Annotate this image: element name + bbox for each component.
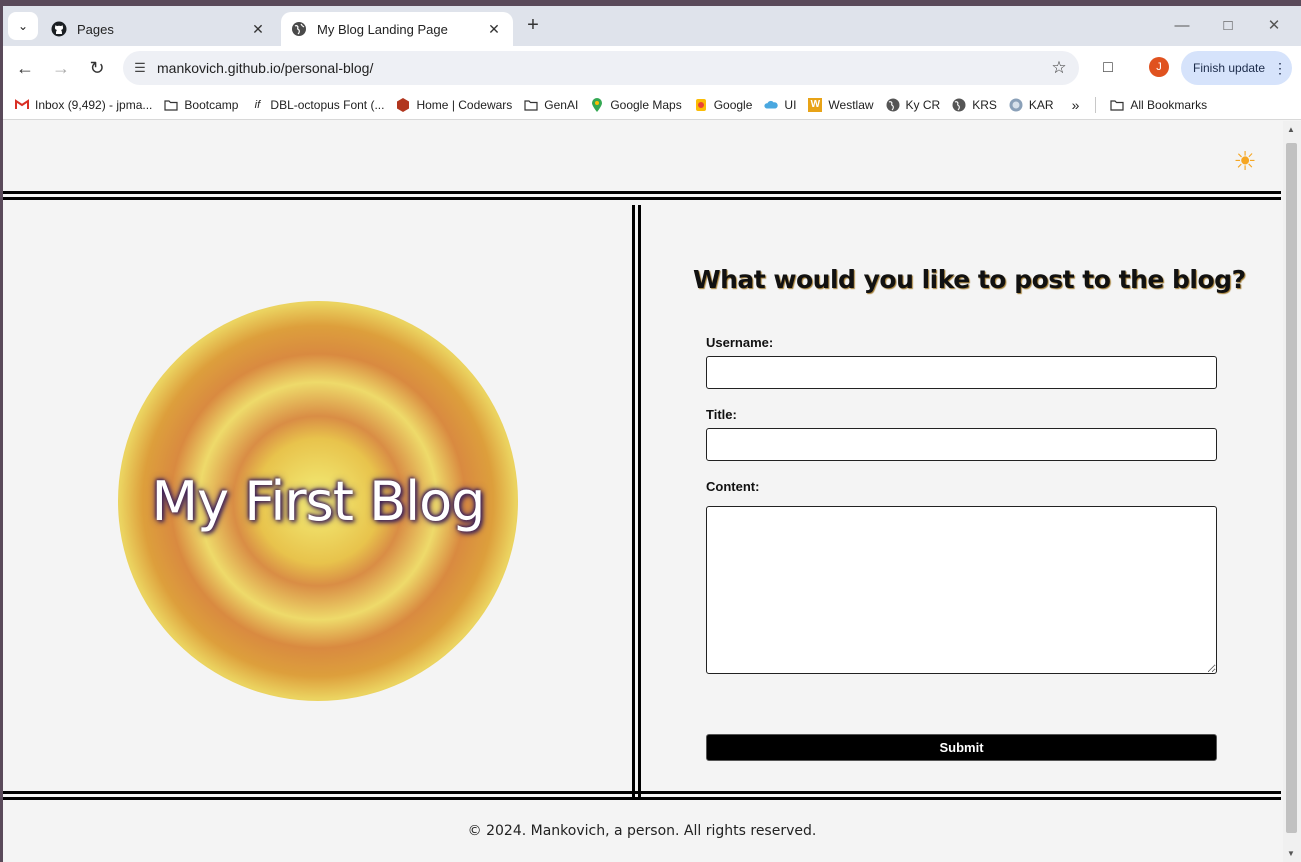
scroll-down-icon[interactable]: ▼: [1287, 849, 1295, 858]
kebab-menu-icon: ⋮: [1273, 59, 1288, 76]
tab-title: Pages: [77, 21, 114, 37]
font-icon: if: [254, 98, 261, 111]
new-tab-button[interactable]: +: [521, 14, 545, 38]
tab-strip: ⌄ Pages ✕ My Blog Landing Page ✕ + — □ ✕: [3, 6, 1301, 46]
bookmark-star-icon[interactable]: ☆: [1039, 58, 1079, 78]
page-scrollbar[interactable]: ▲ ▼: [1283, 121, 1301, 862]
tab-search-button[interactable]: ⌄: [8, 12, 38, 40]
cloud-icon: [764, 98, 779, 112]
finish-update-button[interactable]: Finish update ⋮: [1181, 51, 1292, 85]
back-arrow-icon[interactable]: ←: [13, 56, 37, 80]
scroll-up-icon[interactable]: ▲: [1287, 125, 1295, 134]
url-text[interactable]: mankovich.github.io/personal-blog/: [157, 60, 1039, 76]
folder-icon: [1110, 99, 1124, 111]
bookmark-label: DBL-octopus Font (...: [270, 97, 385, 112]
bookmark-label: Bootcamp: [184, 97, 239, 112]
bookmark-ky-cr[interactable]: Ky CR: [886, 97, 941, 112]
site-info-icon[interactable]: ☰: [123, 60, 157, 76]
github-icon: [51, 21, 67, 37]
globe-icon: [291, 21, 307, 37]
title-label: Title:: [706, 407, 737, 422]
footer-divider: [3, 791, 1281, 800]
globe-icon: [952, 98, 966, 112]
globe-icon: [886, 98, 900, 112]
bookmark-label: Home | Codewars: [416, 97, 513, 112]
chevron-down-icon: ⌄: [17, 19, 29, 33]
username-label: Username:: [706, 335, 774, 350]
form-heading: What would you like to post to the blog?: [693, 265, 1246, 294]
maximize-icon[interactable]: □: [1205, 12, 1251, 40]
folder-icon: [164, 98, 178, 112]
bookmark-kar[interactable]: KAR: [1009, 98, 1054, 112]
page-content: ☀ My First Blog What would you like to p…: [3, 121, 1283, 862]
bookmark-label: Google: [713, 97, 753, 112]
extensions-icon[interactable]: □: [1096, 56, 1120, 80]
bookmark-label: Google Maps: [610, 97, 682, 112]
gmail-icon: [15, 98, 29, 112]
bookmark-westlaw[interactable]: W Westlaw: [808, 97, 874, 112]
bookmark-codewars[interactable]: Home | Codewars: [396, 97, 513, 112]
username-input[interactable]: [706, 356, 1217, 389]
maps-pin-icon: [590, 97, 604, 112]
minimize-icon[interactable]: —: [1159, 12, 1205, 40]
bookmark-google-maps[interactable]: Google Maps: [590, 97, 682, 112]
bookmarks-divider: [1095, 96, 1097, 113]
close-icon[interactable]: ✕: [249, 21, 267, 38]
sun-icon[interactable]: ☀: [1231, 147, 1259, 175]
title-input[interactable]: [706, 428, 1217, 461]
codewars-icon: [396, 97, 410, 112]
bookmark-label: KAR: [1028, 97, 1054, 112]
bookmark-label: Ky CR: [905, 97, 941, 112]
google-icon: [694, 98, 708, 112]
bookmark-google[interactable]: Google: [694, 97, 753, 112]
bookmark-label: Inbox (9,492) - jpma...: [35, 97, 153, 112]
bookmarks-overflow-icon[interactable]: »: [1072, 97, 1080, 113]
bookmark-ui[interactable]: UI: [764, 98, 796, 112]
close-icon[interactable]: ✕: [485, 21, 503, 38]
seal-icon: [1009, 98, 1023, 112]
bookmark-label: Westlaw: [828, 97, 874, 112]
browser-window: ⌄ Pages ✕ My Blog Landing Page ✕ + — □ ✕…: [3, 6, 1301, 862]
bookmark-dbl-octopus[interactable]: if DBL-octopus Font (...: [250, 97, 385, 112]
content-label: Content:: [706, 479, 760, 494]
blog-hero-circle: My First Blog: [118, 301, 518, 701]
tab-title: My Blog Landing Page: [317, 21, 448, 37]
westlaw-icon: W: [808, 97, 823, 112]
finish-update-label: Finish update: [1193, 61, 1266, 75]
bookmark-genai[interactable]: GenAI: [524, 98, 578, 112]
submit-button[interactable]: Submit: [706, 734, 1217, 761]
reload-icon[interactable]: ↻: [85, 56, 109, 80]
header-divider: [3, 191, 1281, 200]
bookmark-bootcamp[interactable]: Bootcamp: [164, 98, 238, 112]
blog-title: My First Blog: [151, 469, 486, 533]
tab-my-blog[interactable]: My Blog Landing Page ✕: [281, 12, 513, 46]
bookmark-label: GenAI: [544, 97, 579, 112]
all-bookmarks-button[interactable]: All Bookmarks: [1110, 98, 1207, 112]
profile-avatar[interactable]: J: [1149, 57, 1169, 77]
address-bar[interactable]: ☰ mankovich.github.io/personal-blog/ ☆: [123, 51, 1079, 85]
bookmark-label: UI: [784, 97, 797, 112]
content-textarea[interactable]: [706, 506, 1217, 674]
bookmark-inbox[interactable]: Inbox (9,492) - jpma...: [15, 98, 152, 112]
bookmarks-bar: Inbox (9,492) - jpma... Bootcamp if DBL-…: [3, 90, 1301, 120]
folder-icon: [524, 98, 538, 112]
column-divider: [632, 205, 641, 797]
footer-copyright: © 2024. Mankovich, a person. All rights …: [467, 823, 817, 839]
all-bookmarks-label: All Bookmarks: [1130, 97, 1208, 112]
scroll-thumb[interactable]: [1286, 143, 1297, 833]
browser-toolbar: ← → ↻ ☰ mankovich.github.io/personal-blo…: [3, 46, 1301, 90]
tab-pages[interactable]: Pages ✕: [41, 12, 277, 46]
bookmark-label: KRS: [972, 97, 997, 112]
window-close-icon[interactable]: ✕: [1251, 12, 1297, 40]
bookmark-krs[interactable]: KRS: [952, 98, 997, 112]
forward-arrow-icon[interactable]: →: [49, 56, 73, 80]
